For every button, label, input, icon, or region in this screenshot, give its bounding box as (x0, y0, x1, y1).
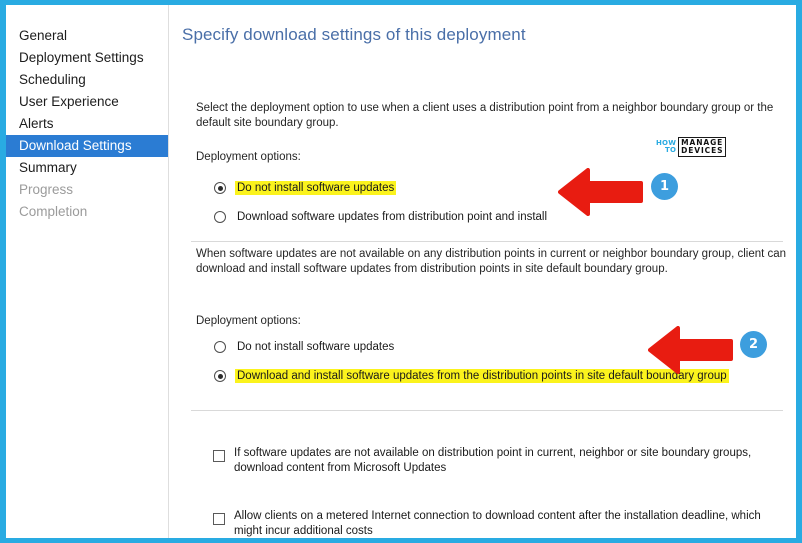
sidebar-item-deployment-settings[interactable]: Deployment Settings (6, 47, 169, 69)
radio-indicator[interactable] (214, 341, 226, 353)
sidebar-item-progress: Progress (19, 182, 74, 197)
radio-option-download-from-dp-and-install[interactable]: Download software updates from distribut… (214, 209, 549, 225)
section-divider-2 (191, 410, 783, 411)
radio-label: Do not install software updates (237, 341, 395, 353)
radio-option-do-not-install-1[interactable]: Do not install software updates (214, 180, 397, 196)
annotation-badge-1: 1 (651, 173, 678, 200)
page-title: Specify download settings of this deploy… (182, 25, 526, 44)
sidebar-item-alerts[interactable]: Alerts (6, 113, 169, 135)
sidebar-item-general[interactable]: General (6, 25, 169, 47)
watermark-to-text: TO (665, 146, 677, 154)
section-divider-1 (191, 241, 783, 242)
howtomanagedevices-watermark-logo: HOW TO MANAGE DEVICES (654, 136, 729, 158)
sidebar-item-user-experience[interactable]: User Experience (6, 91, 169, 113)
checkbox-label: Allow clients on a metered Internet conn… (234, 510, 761, 537)
sidebar-item-summary[interactable]: Summary (6, 157, 169, 179)
checkbox-metered-connection[interactable]: Allow clients on a metered Internet conn… (213, 509, 779, 538)
watermark-manage-devices-box: MANAGE DEVICES (678, 137, 727, 157)
section-1-group-label: Deployment options: (196, 151, 301, 163)
wizard-sidebar: General Deployment Settings Scheduling U… (6, 5, 169, 538)
radio-indicator[interactable] (214, 211, 226, 223)
radio-label: Download software updates from distribut… (237, 211, 548, 223)
annotation-badge-2: 2 (740, 331, 767, 358)
wizard-window: General Deployment Settings Scheduling U… (6, 5, 796, 538)
checkbox-microsoft-updates-fallback[interactable]: If software updates are not available on… (213, 446, 779, 475)
radio-option-do-not-install-2[interactable]: Do not install software updates (214, 339, 396, 355)
watermark-how-to: HOW TO (656, 139, 677, 155)
radio-label: Do not install software updates (235, 181, 397, 195)
watermark-devices-text: DEVICES (681, 146, 724, 155)
radio-indicator[interactable] (214, 182, 226, 194)
radio-indicator[interactable] (214, 370, 226, 382)
section-2-description: When software updates are not available … (196, 248, 787, 275)
checkbox-indicator[interactable] (213, 450, 225, 462)
wizard-content-pane: Specify download settings of this deploy… (169, 5, 796, 538)
sidebar-item-completion: Completion (19, 204, 88, 219)
checkbox-label: If software updates are not available on… (234, 447, 752, 474)
checkbox-indicator[interactable] (213, 513, 225, 525)
screenshot-root: General Deployment Settings Scheduling U… (0, 0, 802, 543)
annotation-arrow-2-icon (648, 326, 733, 379)
annotation-arrow-1-icon (558, 168, 643, 221)
sidebar-item-scheduling[interactable]: Scheduling (6, 69, 169, 91)
section-1-description: Select the deployment option to use when… (196, 102, 774, 129)
section-2-group-label: Deployment options: (196, 315, 301, 327)
sidebar-item-download-settings[interactable]: Download Settings (6, 135, 169, 157)
